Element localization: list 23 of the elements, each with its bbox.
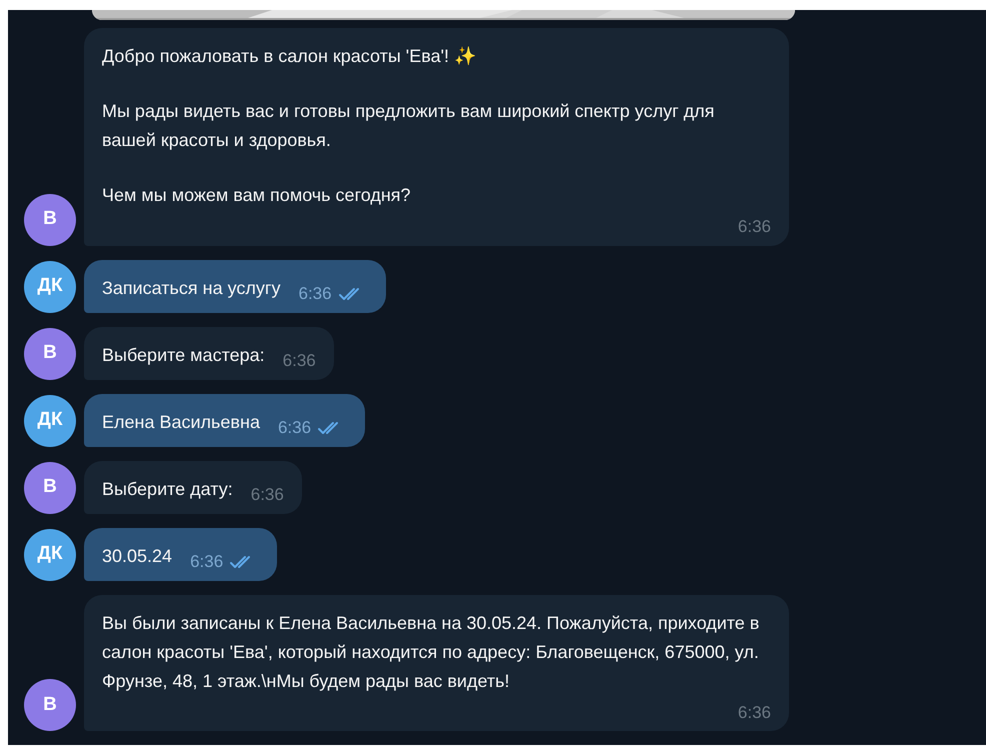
message-text: Выберите дату: bbox=[102, 478, 233, 501]
avatar[interactable]: ДК bbox=[24, 260, 76, 312]
message-text: Выберите мастера: bbox=[102, 344, 265, 367]
avatar[interactable]: ДК bbox=[24, 528, 76, 580]
message-text: Чем мы можем вам помочь сегодня? bbox=[102, 184, 412, 207]
avatar[interactable]: ДК bbox=[24, 394, 76, 446]
avatar[interactable]: В bbox=[24, 462, 76, 514]
avatar[interactable]: В bbox=[24, 194, 76, 246]
message-time: 6:36 bbox=[738, 216, 771, 238]
message-text: Елена Васильевна bbox=[102, 410, 260, 434]
message-text: Вы были записаны к Елена Васильевна на 30.05.24. Пожалуйста, приходите в салон красоты 'Ева', который находится по адресу: Благовещенск, 675000, ул. Фрунзе, 48, 1 этаж.\нМы будем рады вас видеть! bbox=[102, 612, 760, 693]
message-text: Записаться на услугу bbox=[102, 276, 280, 300]
message-time: 6:36 bbox=[298, 283, 332, 305]
message-text: Добро пожаловать в салон красоты 'Ева'! ✨ bbox=[102, 45, 478, 68]
message-time: 6:36 bbox=[190, 551, 224, 573]
message-text: Мы рады видеть вас и готовы предложить вам широкий спектр услуг для вашей красоты и здоровья. bbox=[102, 100, 716, 152]
avatar[interactable]: В bbox=[24, 328, 76, 380]
message-text: 30.05.24 bbox=[102, 544, 172, 568]
message-time: 6:36 bbox=[738, 702, 771, 724]
message-time: 6:36 bbox=[282, 350, 316, 372]
message-time: 6:36 bbox=[250, 484, 284, 506]
avatar[interactable]: В bbox=[24, 679, 76, 731]
message-time: 6:36 bbox=[278, 417, 312, 439]
